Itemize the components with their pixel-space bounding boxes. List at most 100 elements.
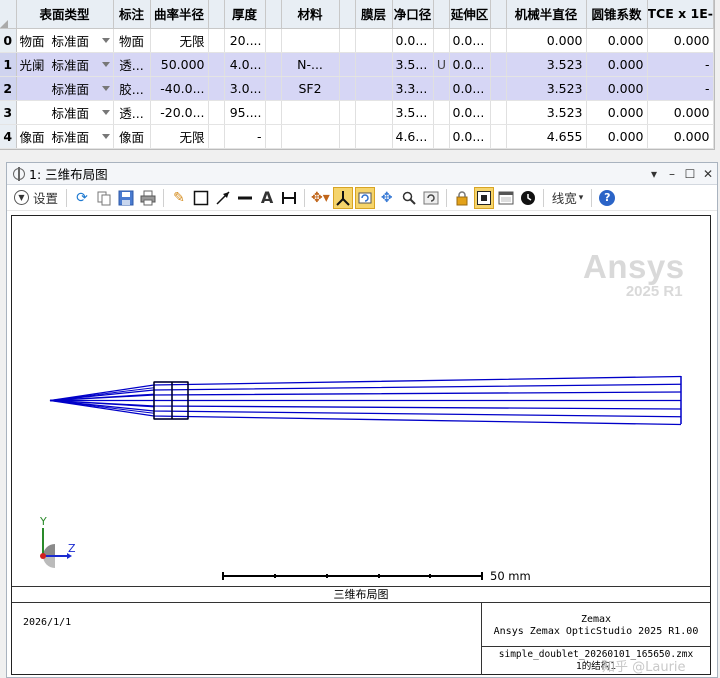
coating-cell[interactable]: [355, 76, 393, 101]
comment-cell[interactable]: 透...: [113, 52, 151, 77]
material-solve-cell[interactable]: [339, 52, 356, 77]
radius-cell[interactable]: -20.0...: [150, 100, 209, 125]
thickness-cell[interactable]: -: [224, 124, 266, 149]
comment-cell[interactable]: 胶...: [113, 76, 151, 101]
reset-view-icon[interactable]: [421, 187, 441, 209]
settings-button[interactable]: ▼ 设置: [11, 187, 61, 209]
column-header[interactable]: [208, 0, 225, 29]
window-layout-icon[interactable]: [496, 187, 516, 209]
help-button[interactable]: ?: [597, 187, 617, 209]
thickness-solve-cell[interactable]: [265, 100, 282, 125]
surface-type-cell[interactable]: 标准面: [16, 100, 114, 125]
clear-semi-solve-cell[interactable]: [433, 124, 450, 149]
coating-cell[interactable]: [355, 52, 393, 77]
save-icon[interactable]: [116, 187, 136, 209]
chip-zone-cell[interactable]: 0.0...: [449, 124, 491, 149]
chip-zone-solve-cell[interactable]: [490, 28, 507, 53]
chip-zone-cell[interactable]: 0.0...: [449, 76, 491, 101]
table-row[interactable]: 2 标准面 胶... -40.0... 3.0... SF2 3.3... 0.0... 3.5…: [0, 76, 714, 101]
clear-semi-solve-cell[interactable]: [433, 76, 450, 101]
chip-zone-cell[interactable]: 0.0...: [449, 52, 491, 77]
thickness-cell[interactable]: 95....: [224, 100, 266, 125]
material-solve-cell[interactable]: [339, 28, 356, 53]
radius-solve-cell[interactable]: [208, 76, 225, 101]
copy-icon[interactable]: [94, 187, 114, 209]
pin-icon[interactable]: [13, 166, 25, 181]
column-header[interactable]: 延伸区: [449, 0, 491, 29]
mech-semi-dia-cell[interactable]: 3.523: [506, 52, 587, 77]
radius-solve-cell[interactable]: [208, 100, 225, 125]
chip-zone-solve-cell[interactable]: [490, 124, 507, 149]
clear-semi-dia-cell[interactable]: 4.6...: [392, 124, 434, 149]
coating-cell[interactable]: [355, 28, 393, 53]
chip-zone-solve-cell[interactable]: [490, 100, 507, 125]
rotate-icon[interactable]: [354, 186, 375, 209]
column-header[interactable]: 曲率半径: [150, 0, 209, 29]
table-row[interactable]: 1 光阑 标准面 透... 50.000 4.0... N-... 3.5... U 0.0...…: [0, 52, 714, 77]
row-end-cell[interactable]: [713, 100, 714, 125]
dimension-icon[interactable]: [279, 187, 299, 209]
surface-type-cell[interactable]: 标准面: [16, 76, 114, 101]
chip-zone-cell[interactable]: 0.0...: [449, 28, 491, 53]
column-header[interactable]: [265, 0, 282, 29]
mech-semi-dia-cell[interactable]: 4.655: [506, 124, 587, 149]
chevron-down-icon[interactable]: [101, 133, 110, 139]
tce-cell[interactable]: 0.000: [647, 100, 714, 125]
chip-zone-solve-cell[interactable]: [490, 52, 507, 77]
radius-solve-cell[interactable]: [208, 52, 225, 77]
arrow-icon[interactable]: [213, 187, 233, 209]
fit-window-icon[interactable]: [473, 186, 494, 209]
column-header[interactable]: [490, 0, 507, 29]
chevron-down-icon[interactable]: [101, 37, 110, 43]
conic-cell[interactable]: 0.000: [586, 28, 648, 53]
row-number[interactable]: 1: [0, 52, 17, 77]
thickness-solve-cell[interactable]: [265, 76, 282, 101]
window-menu-button[interactable]: ▾: [645, 167, 663, 181]
table-row[interactable]: 0 物面 标准面 物面 无限 20.... 0.0... 0.0... 0.000 0.000 0.…: [0, 28, 714, 53]
zoom-icon[interactable]: [399, 187, 419, 209]
material-cell[interactable]: [281, 124, 340, 149]
thickness-cell[interactable]: 20....: [224, 28, 266, 53]
chevron-down-icon[interactable]: [101, 61, 110, 67]
tce-cell[interactable]: 0.000: [647, 28, 714, 53]
radius-solve-cell[interactable]: [208, 28, 225, 53]
clear-semi-dia-cell[interactable]: 3.5...: [392, 52, 434, 77]
material-solve-cell[interactable]: [339, 100, 356, 125]
pencil-icon[interactable]: ✎: [169, 187, 189, 209]
surface-type-cell[interactable]: 物面 标准面: [16, 28, 114, 53]
radius-cell[interactable]: 无限: [150, 124, 209, 149]
column-header[interactable]: TCE x 1E-6: [647, 0, 714, 29]
row-end-cell[interactable]: [713, 124, 714, 149]
radius-cell[interactable]: 50.000: [150, 52, 209, 77]
material-cell[interactable]: SF2: [281, 76, 340, 101]
row-end-cell[interactable]: [713, 52, 714, 77]
thickness-solve-cell[interactable]: [265, 28, 282, 53]
column-header[interactable]: 膜层: [355, 0, 393, 29]
thickness-solve-cell[interactable]: [265, 52, 282, 77]
thickness-cell[interactable]: 3.0...: [224, 76, 266, 101]
surface-type-cell[interactable]: 光阑 标准面: [16, 52, 114, 77]
material-cell[interactable]: N-...: [281, 52, 340, 77]
mech-semi-dia-cell[interactable]: 0.000: [506, 28, 587, 53]
conic-cell[interactable]: 0.000: [586, 76, 648, 101]
column-header[interactable]: 圆锥系数: [586, 0, 648, 29]
clear-semi-solve-cell[interactable]: [433, 28, 450, 53]
refresh-icon[interactable]: ⟳: [72, 187, 92, 209]
material-solve-cell[interactable]: [339, 76, 356, 101]
timer-icon[interactable]: [518, 187, 538, 209]
print-icon[interactable]: [138, 187, 158, 209]
column-header[interactable]: [433, 0, 450, 29]
row-end-cell[interactable]: [713, 76, 714, 101]
coating-cell[interactable]: [355, 100, 393, 125]
lock-icon[interactable]: [452, 187, 472, 209]
window-titlebar[interactable]: 1: 三维布局图 ▾ – ☐ ✕: [7, 163, 717, 185]
clear-semi-solve-cell[interactable]: U: [433, 52, 450, 77]
text-icon[interactable]: A: [257, 187, 277, 209]
clear-semi-dia-cell[interactable]: 3.5...: [392, 100, 434, 125]
clear-semi-dia-cell[interactable]: 0.0...: [392, 28, 434, 53]
tce-cell[interactable]: 0.000: [647, 124, 714, 149]
surface-type-cell[interactable]: 像面 标准面: [16, 124, 114, 149]
column-header[interactable]: 标注: [113, 0, 151, 29]
table-row[interactable]: 4 像面 标准面 像面 无限 -4.6... 0.0... 4.655 0.000 0.000: [0, 124, 714, 149]
linestyle-dropdown[interactable]: 线宽 ▾: [549, 187, 587, 209]
